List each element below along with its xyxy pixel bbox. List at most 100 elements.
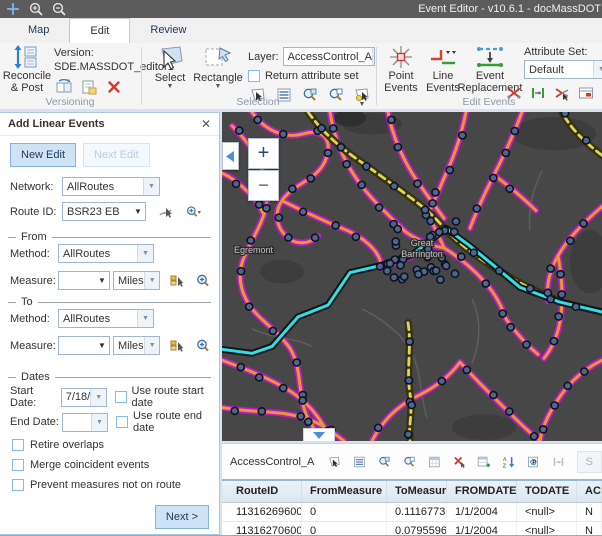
delete-version-icon[interactable] <box>106 79 122 95</box>
tab-edit[interactable]: Edit <box>69 18 130 43</box>
layer-combobox[interactable]: AccessControl_A▼ <box>283 47 375 66</box>
line-events-icon <box>429 45 457 69</box>
reconcile-post-button[interactable]: Reconcile & Post <box>4 45 50 94</box>
from-method-combobox[interactable]: AllRoutes▼ <box>58 244 154 263</box>
column-header[interactable]: AC <box>577 481 602 502</box>
to-method-combobox[interactable]: AllRoutes▼ <box>58 309 154 328</box>
zoom-out-icon[interactable] <box>52 2 66 16</box>
use-route-start-date-checkbox[interactable] <box>115 391 127 403</box>
group-label-selection: Selection <box>141 96 375 108</box>
retire-overlaps-checkbox[interactable] <box>12 439 24 451</box>
network-combobox[interactable]: AllRoutes▼ <box>62 177 160 196</box>
group-label-edit-events: Edit Events <box>376 96 602 108</box>
return-attribute-set-label: Return attribute set <box>265 70 359 82</box>
chevron-down-icon: ▼ <box>143 178 159 195</box>
measure-on-map-icon[interactable] <box>169 338 185 354</box>
measure-on-map-icon[interactable] <box>169 273 185 289</box>
route-id-label: Route ID: <box>10 206 62 218</box>
column-header[interactable]: ToMeasure <box>387 481 447 502</box>
column-header[interactable]: TODATE <box>517 481 577 502</box>
change-version-icon[interactable] <box>56 79 72 95</box>
chevron-down-icon: ▼ <box>593 61 602 78</box>
svg-text:P: P <box>532 460 536 466</box>
table-row[interactable]: 113162696000 0.11167731/1/2004 <null>N <box>222 503 602 522</box>
attribute-set-combobox[interactable]: Default▼ <box>524 60 602 79</box>
to-units-combobox[interactable]: Miles▼ <box>113 336 160 355</box>
title-bar: Event Editor - v10.6.1 - docMassDOT <box>0 0 602 18</box>
table-toolbar: AccessControl_A <box>222 444 602 479</box>
close-icon[interactable]: ✕ <box>201 117 211 131</box>
attribute-table-panel: AccessControl_A <box>222 443 602 536</box>
chevron-down-icon: ▼ <box>144 272 160 289</box>
window-title: Event Editor - v10.6.1 - docMassDOT <box>418 3 602 15</box>
new-version-icon[interactable] <box>81 79 97 95</box>
from-measure-combobox[interactable]: ▼ <box>58 271 110 290</box>
ribbon: Reconcile & Post Version: SDE.MASSDOT_ed… <box>0 43 602 110</box>
table-row[interactable]: 113162706000 0.07955961/1/2004 <null>N <box>222 522 602 536</box>
select-tool-button[interactable]: Select ▼ <box>150 45 190 89</box>
chevron-down-icon[interactable]: ▼ <box>167 85 174 89</box>
clear-selection-icon[interactable] <box>453 454 466 470</box>
start-date-label: Start Date: <box>10 385 61 409</box>
collapse-table-button[interactable] <box>303 428 335 441</box>
pan-icon[interactable] <box>6 2 20 16</box>
start-date-combobox[interactable]: 7/18/▼ <box>61 388 107 407</box>
zoom-in-icon[interactable] <box>29 2 43 16</box>
route-id-combobox[interactable]: BSR23 EB▼ <box>62 202 146 221</box>
sort-icon[interactable]: A Z <box>502 454 515 470</box>
event-editor-window: Event Editor - v10.6.1 - docMassDOT Map … <box>0 0 602 536</box>
chevron-down-icon: ▼ <box>372 48 375 65</box>
select-route-on-map-icon[interactable] <box>158 204 174 220</box>
save-button[interactable]: S <box>577 451 602 473</box>
chevron-down-icon[interactable]: ▼ <box>215 85 222 89</box>
pan-to-selection-icon[interactable] <box>403 454 416 470</box>
return-attribute-set-checkbox[interactable] <box>248 70 260 82</box>
to-section-separator: To <box>8 296 211 308</box>
column-header[interactable]: FROMDATE <box>447 481 517 502</box>
zoom-to-measure-icon[interactable] <box>195 338 211 354</box>
from-measure-label: Measure: <box>10 275 58 287</box>
identify-icon[interactable]: P <box>527 454 540 470</box>
rectangle-tool-button[interactable]: Rectangle ▼ <box>193 45 243 89</box>
next-button[interactable]: Next > <box>155 505 209 529</box>
end-date-label: End Date: <box>10 416 62 428</box>
next-edit-button[interactable]: Next Edit <box>83 143 150 167</box>
use-route-end-date-label: Use route end date <box>133 410 219 434</box>
tab-map[interactable]: Map <box>8 18 69 43</box>
zoom-to-measure-icon[interactable] <box>195 273 211 289</box>
svg-text:Great: Great <box>411 238 434 248</box>
tab-review[interactable]: Review <box>130 18 206 43</box>
from-units-combobox[interactable]: Miles▼ <box>113 271 160 290</box>
svg-text:Egremont: Egremont <box>234 245 273 255</box>
column-header[interactable]: FromMeasure <box>302 481 387 502</box>
zoom-to-selection-icon[interactable] <box>378 454 391 470</box>
map-viewport: Egremont Egremont Great Great Barrington… <box>222 112 602 441</box>
collapse-panel-button[interactable] <box>222 142 239 170</box>
table-layer-tab[interactable]: AccessControl_A <box>230 456 314 468</box>
panel-title: Add Linear Events <box>8 118 105 130</box>
map-zoom-in-button[interactable]: + <box>248 138 279 169</box>
to-measure-combobox[interactable]: ▼ <box>58 336 110 355</box>
event-replacement-icon <box>475 45 505 69</box>
offset-icon[interactable] <box>552 454 565 470</box>
end-date-combobox[interactable]: ▼ <box>62 413 108 432</box>
column-header[interactable]: RouteID <box>222 481 302 502</box>
line-events-button[interactable]: Line Events <box>424 45 462 94</box>
svg-text:A: A <box>503 457 507 463</box>
zoom-to-route-icon[interactable] <box>186 204 202 220</box>
layer-label: Layer: <box>248 51 279 63</box>
selection-list-icon[interactable] <box>353 454 366 470</box>
prevent-measures-checkbox[interactable] <box>12 479 24 491</box>
use-route-end-date-checkbox[interactable] <box>116 416 128 428</box>
add-record-icon[interactable] <box>477 454 490 470</box>
merge-coincident-checkbox[interactable] <box>12 459 24 471</box>
svg-text:Barrington: Barrington <box>401 249 443 259</box>
point-events-button[interactable]: Point Events <box>382 45 420 94</box>
map-zoom-out-button[interactable]: − <box>248 170 279 201</box>
new-edit-button[interactable]: New Edit <box>10 143 76 167</box>
statistics-icon[interactable] <box>428 454 441 470</box>
map-canvas[interactable]: Egremont Egremont Great Great Barrington… <box>222 112 602 441</box>
add-linear-events-panel: Add Linear Events ✕ New Edit Next Edit N… <box>0 112 220 535</box>
from-method-label: Method: <box>10 248 58 260</box>
select-features-icon[interactable] <box>328 454 341 470</box>
